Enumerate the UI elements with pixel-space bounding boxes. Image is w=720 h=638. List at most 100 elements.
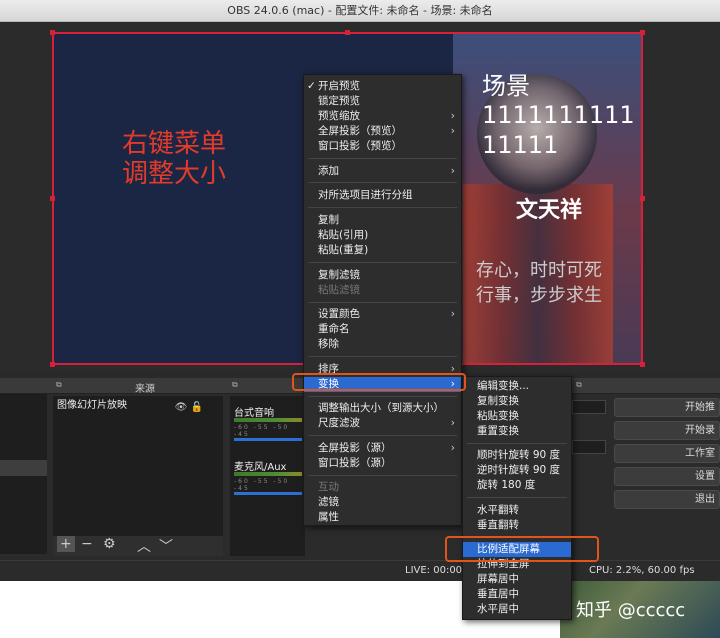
- cpu-status: CPU: 2.2%, 60.00 fps: [589, 565, 695, 576]
- annotation-line-1: 右键菜单: [122, 129, 227, 159]
- visibility-lock-icons[interactable]: 👁 🔓: [175, 400, 203, 416]
- chevron-right-icon: ›: [450, 442, 455, 454]
- menu-item-copy[interactable]: 复制: [304, 213, 461, 228]
- chevron-right-icon: ›: [450, 125, 455, 137]
- scene-quote: 存心，时时可死 行事，步步求生: [476, 258, 602, 308]
- menu-item-rotate-180[interactable]: 旋转 180 度: [463, 478, 571, 493]
- status-bar: LIVE: 00:00 CPU: 2.2%, 60.00 fps: [0, 560, 720, 580]
- annotation-line-2: 调整大小: [122, 159, 227, 189]
- resize-handle[interactable]: [50, 30, 55, 35]
- resize-handle[interactable]: [640, 362, 645, 367]
- gear-icon[interactable]: ⚙: [103, 536, 116, 552]
- quote-line-2: 行事，步步求生: [476, 285, 602, 306]
- meter-scale: -60 -55 -50 -45: [234, 424, 290, 438]
- menu-item-preview-scaling[interactable]: 预览缩放 ›: [304, 109, 461, 124]
- menu-item-group-selected[interactable]: 对所选项目进行分组: [304, 188, 461, 203]
- menu-item-fullscreen-projector-source[interactable]: 全屏投影（源） ›: [304, 441, 461, 456]
- menu-item-paste-filters[interactable]: 粘贴滤镜: [304, 283, 461, 298]
- move-down-icon[interactable]: ﹀: [159, 536, 173, 556]
- menu-separator: [308, 475, 457, 476]
- resize-handle[interactable]: [640, 196, 645, 201]
- watermark: 知乎 @ccccc: [576, 600, 686, 621]
- menu-item-label: 设置颜色: [318, 308, 360, 320]
- menu-item-interact[interactable]: 互动: [304, 480, 461, 495]
- move-up-icon[interactable]: ︿: [137, 536, 151, 556]
- menu-item-edit-transform[interactable]: 编辑变换...: [463, 379, 571, 394]
- chevron-right-icon: ›: [450, 165, 455, 177]
- scene-list-item[interactable]: [0, 460, 47, 476]
- source-item[interactable]: 图像幻灯片放映 👁 🔓: [53, 398, 223, 414]
- menu-item-filters[interactable]: 滤镜: [304, 495, 461, 510]
- dock-float-icon[interactable]: ⧉: [232, 380, 238, 390]
- menu-item-enable-preview[interactable]: ✓ 开启预览: [304, 79, 461, 94]
- volume-slider[interactable]: [234, 438, 302, 441]
- start-streaming-button[interactable]: 开始推: [614, 398, 720, 417]
- source-item-label: 图像幻灯片放映: [57, 400, 127, 411]
- menu-separator: [308, 435, 457, 436]
- settings-button[interactable]: 设置: [614, 467, 720, 486]
- scene-number-text: 111111111111111: [482, 101, 635, 159]
- menu-item-center-to-screen[interactable]: 屏幕居中: [463, 572, 571, 587]
- remove-icon[interactable]: −: [81, 536, 93, 552]
- controls-panel: 开始推 开始录 工作室 设置 退出: [614, 398, 720, 518]
- studio-mode-button[interactable]: 工作室: [614, 444, 720, 463]
- scene-name-text: 文天祥: [516, 197, 583, 223]
- menu-item-rename[interactable]: 重命名: [304, 322, 461, 337]
- scenes-list[interactable]: [0, 394, 47, 554]
- menu-item-label: 预览缩放: [318, 110, 360, 122]
- menu-separator: [308, 302, 457, 303]
- sources-toolbar: + − ⚙ ︿ ﹀: [53, 536, 223, 556]
- menu-item-label: 全屏投影（源）: [318, 442, 392, 454]
- quote-line-1: 存心，时时可死: [476, 260, 602, 281]
- menu-separator: [308, 396, 457, 397]
- mixer-track-2-label: 麦克风/Aux: [234, 462, 287, 473]
- resize-handle[interactable]: [640, 30, 645, 35]
- menu-item-center-vertically[interactable]: 垂直居中: [463, 587, 571, 602]
- menu-item-remove[interactable]: 移除: [304, 337, 461, 352]
- dock-float-icon[interactable]: ⧉: [576, 380, 582, 390]
- menu-item-rotate-ccw[interactable]: 逆时针旋转 90 度: [463, 463, 571, 478]
- menu-item-label: 开启预览: [318, 80, 360, 92]
- menu-item-flip-horizontal[interactable]: 水平翻转: [463, 503, 571, 518]
- menu-item-center-horizontally[interactable]: 水平居中: [463, 602, 571, 617]
- menu-item-copy-filters[interactable]: 复制滤镜: [304, 268, 461, 283]
- menu-item-add[interactable]: 添加 ›: [304, 164, 461, 179]
- menu-item-paste-duplicate[interactable]: 粘贴(重复): [304, 243, 461, 258]
- sources-list[interactable]: 图像幻灯片放映 👁 🔓: [53, 396, 223, 536]
- menu-item-copy-transform[interactable]: 复制变换: [463, 394, 571, 409]
- menu-item-resize-output[interactable]: 调整输出大小（到源大小）: [304, 401, 461, 416]
- menu-item-windowed-projector-source[interactable]: 窗口投影（源）: [304, 456, 461, 471]
- menu-separator: [308, 207, 457, 208]
- menu-separator: [308, 182, 457, 183]
- context-menu: ✓ 开启预览 锁定预览 预览缩放 › 全屏投影（预览） › 窗口投影（预览） 添…: [303, 74, 462, 526]
- menu-separator: [467, 443, 567, 444]
- menu-item-fullscreen-projector-preview[interactable]: 全屏投影（预览） ›: [304, 124, 461, 139]
- audio-meter: [234, 418, 302, 422]
- window-title: OBS 24.0.6 (mac) - 配置文件: 未命名 - 场景: 未命名: [0, 0, 720, 22]
- menu-item-properties[interactable]: 属性: [304, 510, 461, 525]
- menu-item-label: 尺度滤波: [318, 417, 360, 429]
- exit-button[interactable]: 退出: [614, 490, 720, 509]
- menu-item-paste-reference[interactable]: 粘贴(引用): [304, 228, 461, 243]
- menu-item-flip-vertical[interactable]: 垂直翻转: [463, 518, 571, 533]
- add-icon[interactable]: +: [57, 536, 75, 552]
- resize-handle[interactable]: [50, 196, 55, 201]
- menu-item-windowed-projector-preview[interactable]: 窗口投影（预览）: [304, 139, 461, 154]
- menu-item-scale-filtering[interactable]: 尺度滤波 ›: [304, 416, 461, 431]
- menu-separator: [467, 497, 567, 498]
- resize-handle[interactable]: [345, 30, 350, 35]
- menu-item-set-color[interactable]: 设置颜色 ›: [304, 307, 461, 322]
- menu-item-rotate-cw[interactable]: 顺时针旋转 90 度: [463, 448, 571, 463]
- transition-select[interactable]: [572, 400, 606, 414]
- chevron-right-icon: ›: [450, 110, 455, 122]
- volume-slider[interactable]: [234, 492, 302, 495]
- scene-title-text: 场景: [482, 72, 530, 100]
- menu-item-reset-transform[interactable]: 重置变换: [463, 424, 571, 439]
- menu-item-paste-transform[interactable]: 粘贴变换: [463, 409, 571, 424]
- resize-handle[interactable]: [50, 362, 55, 367]
- audio-meter: [234, 472, 302, 476]
- menu-item-lock-preview[interactable]: 锁定预览: [304, 94, 461, 109]
- start-recording-button[interactable]: 开始录: [614, 421, 720, 440]
- duration-field[interactable]: [572, 440, 606, 454]
- dock-float-icon[interactable]: ⧉: [56, 380, 62, 390]
